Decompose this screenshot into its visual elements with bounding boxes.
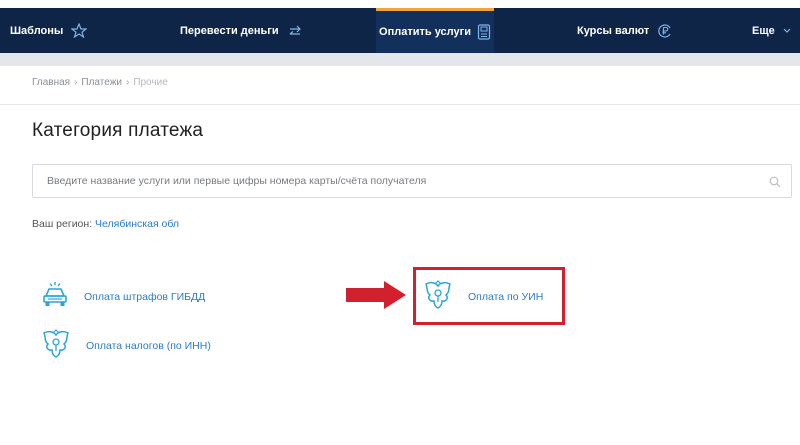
transfer-arrows-icon xyxy=(287,25,303,37)
breadcrumb-current: Прочие xyxy=(133,77,168,88)
payment-category-page: Шаблоны Перевести деньги Оплатить услуги… xyxy=(0,0,800,445)
police-car-icon xyxy=(40,280,70,313)
service-tax-payment[interactable]: Оплата налогов (по ИНН) xyxy=(40,329,211,362)
divider xyxy=(0,104,800,105)
nav-more[interactable]: Еще xyxy=(752,8,791,53)
search-input[interactable]: Введите название услуги или первые цифры… xyxy=(32,164,792,198)
service-gibdd-fines[interactable]: Оплата штрафов ГИБДД xyxy=(40,280,205,313)
top-strip xyxy=(0,0,800,8)
nav-transfer-label: Перевести деньги xyxy=(180,24,279,37)
service-tax-label: Оплата налогов (по ИНН) xyxy=(86,339,211,352)
region-link[interactable]: Челябинская обл xyxy=(95,218,179,230)
chevron-down-icon xyxy=(783,26,791,36)
service-uin-label: Оплата по УИН xyxy=(468,290,544,303)
breadcrumb-home[interactable]: Главная xyxy=(32,77,70,88)
search-icon[interactable] xyxy=(769,175,781,193)
red-arrow-pointer xyxy=(346,281,406,309)
coat-of-arms-icon xyxy=(40,329,72,362)
breadcrumb-separator: › xyxy=(74,77,78,88)
search-placeholder: Введите название услуги или первые цифры… xyxy=(47,175,427,187)
breadcrumb-payments[interactable]: Платежи xyxy=(81,77,122,88)
payment-terminal-icon xyxy=(477,24,491,40)
header-band xyxy=(0,53,800,66)
nav-more-label: Еще xyxy=(752,24,775,37)
coat-of-arms-icon xyxy=(422,280,454,313)
breadcrumb: Главная › Платежи › Прочие xyxy=(32,77,168,88)
nav-pay-services[interactable]: Оплатить услуги xyxy=(376,8,494,53)
top-navigation: Шаблоны Перевести деньги Оплатить услуги… xyxy=(0,0,800,53)
service-uin-payment[interactable]: Оплата по УИН xyxy=(422,280,543,313)
service-gibdd-label: Оплата штрафов ГИБДД xyxy=(84,290,206,303)
page-title: Категория платежа xyxy=(32,120,204,141)
region-info: Ваш регион: Челябинская обл xyxy=(32,218,179,230)
ruble-exchange-icon xyxy=(657,23,673,39)
nav-templates-label: Шаблоны xyxy=(10,24,64,37)
nav-pay-label: Оплатить услуги xyxy=(379,26,471,38)
nav-rates-label: Курсы валют xyxy=(577,24,650,37)
nav-templates[interactable]: Шаблоны xyxy=(10,8,88,53)
breadcrumb-separator: › xyxy=(125,77,130,88)
star-icon xyxy=(71,23,88,38)
nav-rates[interactable]: Курсы валют xyxy=(577,8,673,53)
nav-transfer[interactable]: Перевести деньги xyxy=(180,8,303,53)
region-label: Ваш регион: xyxy=(32,218,93,230)
